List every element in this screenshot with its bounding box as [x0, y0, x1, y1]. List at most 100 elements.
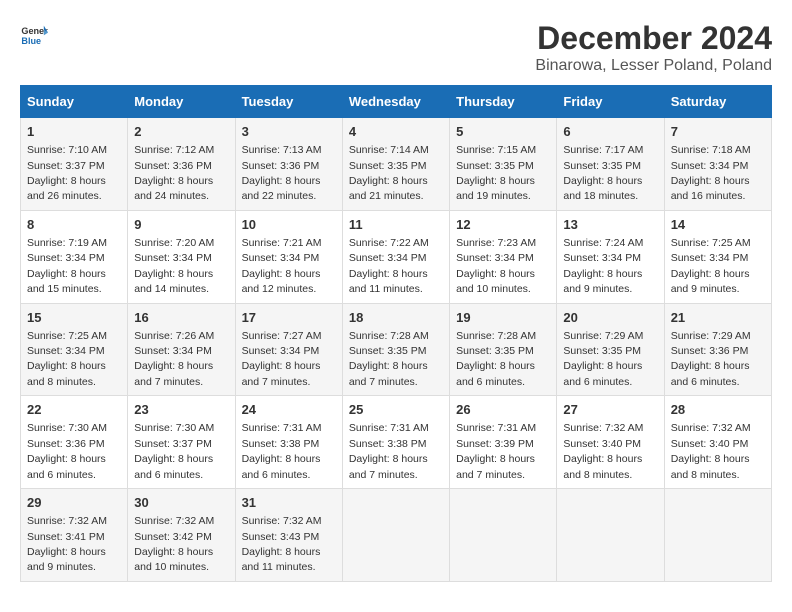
day-info: Sunrise: 7:31 AMSunset: 3:38 PMDaylight:… — [349, 422, 429, 480]
column-header-sunday: Sunday — [21, 86, 128, 118]
column-header-monday: Monday — [128, 86, 235, 118]
title-area: December 2024 Binarowa, Lesser Poland, P… — [535, 20, 772, 75]
week-row-1: 1 Sunrise: 7:10 AMSunset: 3:37 PMDayligh… — [21, 118, 772, 211]
day-info: Sunrise: 7:25 AMSunset: 3:34 PMDaylight:… — [27, 330, 107, 388]
day-number: 1 — [27, 123, 121, 141]
day-info: Sunrise: 7:31 AMSunset: 3:38 PMDaylight:… — [242, 422, 322, 480]
day-cell: 5 Sunrise: 7:15 AMSunset: 3:35 PMDayligh… — [450, 118, 557, 211]
day-number: 10 — [242, 216, 336, 234]
day-cell: 18 Sunrise: 7:28 AMSunset: 3:35 PMDaylig… — [342, 303, 449, 396]
day-info: Sunrise: 7:29 AMSunset: 3:35 PMDaylight:… — [563, 330, 643, 388]
day-info: Sunrise: 7:15 AMSunset: 3:35 PMDaylight:… — [456, 144, 536, 202]
day-cell — [557, 489, 664, 582]
day-cell: 16 Sunrise: 7:26 AMSunset: 3:34 PMDaylig… — [128, 303, 235, 396]
day-info: Sunrise: 7:14 AMSunset: 3:35 PMDaylight:… — [349, 144, 429, 202]
day-number: 31 — [242, 494, 336, 512]
day-number: 11 — [349, 216, 443, 234]
day-number: 4 — [349, 123, 443, 141]
day-cell: 8 Sunrise: 7:19 AMSunset: 3:34 PMDayligh… — [21, 210, 128, 303]
day-info: Sunrise: 7:29 AMSunset: 3:36 PMDaylight:… — [671, 330, 751, 388]
day-cell — [342, 489, 449, 582]
day-info: Sunrise: 7:30 AMSunset: 3:37 PMDaylight:… — [134, 422, 214, 480]
week-row-5: 29 Sunrise: 7:32 AMSunset: 3:41 PMDaylig… — [21, 489, 772, 582]
day-number: 18 — [349, 309, 443, 327]
day-info: Sunrise: 7:32 AMSunset: 3:41 PMDaylight:… — [27, 515, 107, 573]
day-number: 9 — [134, 216, 228, 234]
day-number: 19 — [456, 309, 550, 327]
day-info: Sunrise: 7:19 AMSunset: 3:34 PMDaylight:… — [27, 237, 107, 295]
day-number: 30 — [134, 494, 228, 512]
day-info: Sunrise: 7:13 AMSunset: 3:36 PMDaylight:… — [242, 144, 322, 202]
day-info: Sunrise: 7:23 AMSunset: 3:34 PMDaylight:… — [456, 237, 536, 295]
day-info: Sunrise: 7:27 AMSunset: 3:34 PMDaylight:… — [242, 330, 322, 388]
column-header-saturday: Saturday — [664, 86, 771, 118]
day-number: 23 — [134, 401, 228, 419]
day-number: 28 — [671, 401, 765, 419]
header: General Blue December 2024 Binarowa, Les… — [20, 20, 772, 75]
day-cell: 30 Sunrise: 7:32 AMSunset: 3:42 PMDaylig… — [128, 489, 235, 582]
day-cell: 3 Sunrise: 7:13 AMSunset: 3:36 PMDayligh… — [235, 118, 342, 211]
logo-icon: General Blue — [20, 20, 48, 48]
day-info: Sunrise: 7:26 AMSunset: 3:34 PMDaylight:… — [134, 330, 214, 388]
day-cell: 25 Sunrise: 7:31 AMSunset: 3:38 PMDaylig… — [342, 396, 449, 489]
day-cell: 17 Sunrise: 7:27 AMSunset: 3:34 PMDaylig… — [235, 303, 342, 396]
day-cell — [450, 489, 557, 582]
day-cell: 4 Sunrise: 7:14 AMSunset: 3:35 PMDayligh… — [342, 118, 449, 211]
day-number: 16 — [134, 309, 228, 327]
day-number: 14 — [671, 216, 765, 234]
day-info: Sunrise: 7:17 AMSunset: 3:35 PMDaylight:… — [563, 144, 643, 202]
day-cell: 28 Sunrise: 7:32 AMSunset: 3:40 PMDaylig… — [664, 396, 771, 489]
day-info: Sunrise: 7:32 AMSunset: 3:40 PMDaylight:… — [563, 422, 643, 480]
day-info: Sunrise: 7:28 AMSunset: 3:35 PMDaylight:… — [349, 330, 429, 388]
day-cell: 9 Sunrise: 7:20 AMSunset: 3:34 PMDayligh… — [128, 210, 235, 303]
logo: General Blue — [20, 20, 48, 48]
day-cell: 31 Sunrise: 7:32 AMSunset: 3:43 PMDaylig… — [235, 489, 342, 582]
day-cell: 10 Sunrise: 7:21 AMSunset: 3:34 PMDaylig… — [235, 210, 342, 303]
day-info: Sunrise: 7:12 AMSunset: 3:36 PMDaylight:… — [134, 144, 214, 202]
day-number: 22 — [27, 401, 121, 419]
day-number: 21 — [671, 309, 765, 327]
week-row-4: 22 Sunrise: 7:30 AMSunset: 3:36 PMDaylig… — [21, 396, 772, 489]
day-number: 24 — [242, 401, 336, 419]
day-info: Sunrise: 7:20 AMSunset: 3:34 PMDaylight:… — [134, 237, 214, 295]
day-number: 2 — [134, 123, 228, 141]
day-cell: 12 Sunrise: 7:23 AMSunset: 3:34 PMDaylig… — [450, 210, 557, 303]
day-info: Sunrise: 7:21 AMSunset: 3:34 PMDaylight:… — [242, 237, 322, 295]
day-info: Sunrise: 7:32 AMSunset: 3:43 PMDaylight:… — [242, 515, 322, 573]
day-number: 13 — [563, 216, 657, 234]
day-cell: 7 Sunrise: 7:18 AMSunset: 3:34 PMDayligh… — [664, 118, 771, 211]
week-row-2: 8 Sunrise: 7:19 AMSunset: 3:34 PMDayligh… — [21, 210, 772, 303]
day-cell: 20 Sunrise: 7:29 AMSunset: 3:35 PMDaylig… — [557, 303, 664, 396]
day-info: Sunrise: 7:28 AMSunset: 3:35 PMDaylight:… — [456, 330, 536, 388]
day-info: Sunrise: 7:32 AMSunset: 3:42 PMDaylight:… — [134, 515, 214, 573]
day-cell: 19 Sunrise: 7:28 AMSunset: 3:35 PMDaylig… — [450, 303, 557, 396]
day-cell: 27 Sunrise: 7:32 AMSunset: 3:40 PMDaylig… — [557, 396, 664, 489]
header-row: SundayMondayTuesdayWednesdayThursdayFrid… — [21, 86, 772, 118]
day-cell: 22 Sunrise: 7:30 AMSunset: 3:36 PMDaylig… — [21, 396, 128, 489]
day-cell — [664, 489, 771, 582]
day-info: Sunrise: 7:22 AMSunset: 3:34 PMDaylight:… — [349, 237, 429, 295]
day-cell: 1 Sunrise: 7:10 AMSunset: 3:37 PMDayligh… — [21, 118, 128, 211]
column-header-tuesday: Tuesday — [235, 86, 342, 118]
day-info: Sunrise: 7:31 AMSunset: 3:39 PMDaylight:… — [456, 422, 536, 480]
day-number: 15 — [27, 309, 121, 327]
day-cell: 14 Sunrise: 7:25 AMSunset: 3:34 PMDaylig… — [664, 210, 771, 303]
svg-text:Blue: Blue — [21, 36, 41, 46]
day-info: Sunrise: 7:24 AMSunset: 3:34 PMDaylight:… — [563, 237, 643, 295]
day-number: 29 — [27, 494, 121, 512]
day-number: 3 — [242, 123, 336, 141]
day-info: Sunrise: 7:10 AMSunset: 3:37 PMDaylight:… — [27, 144, 107, 202]
day-cell: 23 Sunrise: 7:30 AMSunset: 3:37 PMDaylig… — [128, 396, 235, 489]
day-number: 26 — [456, 401, 550, 419]
day-number: 8 — [27, 216, 121, 234]
day-number: 27 — [563, 401, 657, 419]
column-header-wednesday: Wednesday — [342, 86, 449, 118]
week-row-3: 15 Sunrise: 7:25 AMSunset: 3:34 PMDaylig… — [21, 303, 772, 396]
day-number: 7 — [671, 123, 765, 141]
day-info: Sunrise: 7:32 AMSunset: 3:40 PMDaylight:… — [671, 422, 751, 480]
column-header-friday: Friday — [557, 86, 664, 118]
day-cell: 11 Sunrise: 7:22 AMSunset: 3:34 PMDaylig… — [342, 210, 449, 303]
day-number: 17 — [242, 309, 336, 327]
main-title: December 2024 — [535, 20, 772, 57]
day-number: 12 — [456, 216, 550, 234]
